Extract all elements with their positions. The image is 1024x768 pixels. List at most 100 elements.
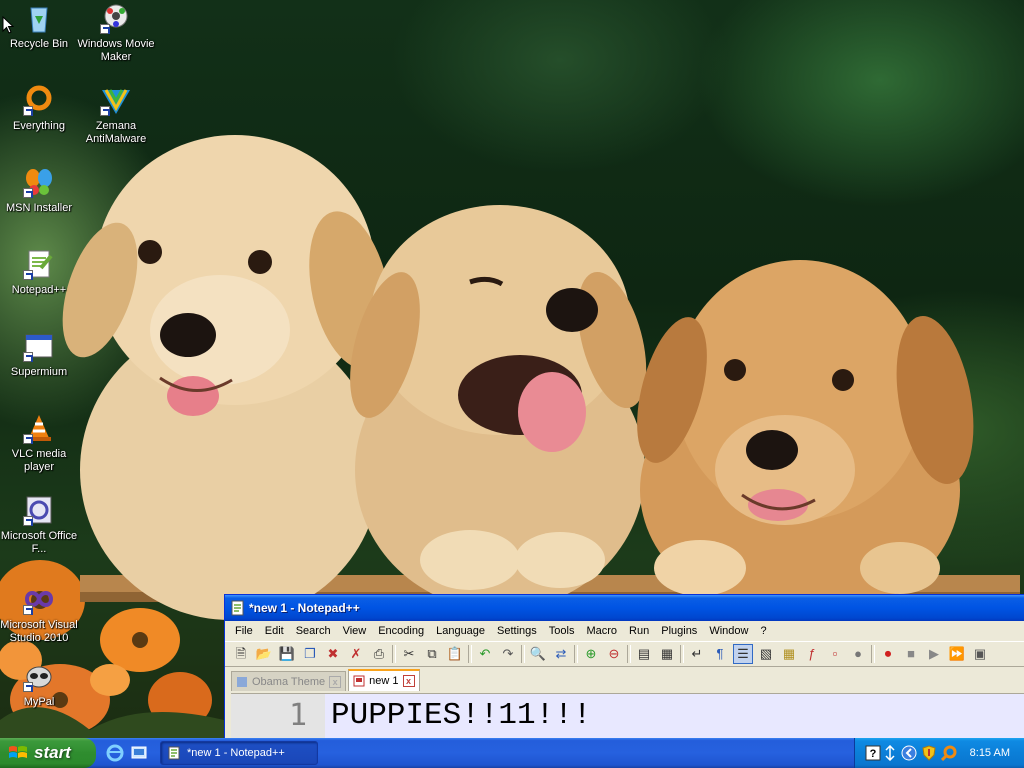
desktop-icon-label: Zemana AntiMalware (85, 120, 147, 145)
menu-settings[interactable]: Settings (491, 621, 543, 641)
clock[interactable]: 8:15 AM (970, 738, 1010, 768)
volume-icon[interactable] (885, 745, 895, 761)
toolbar-separator (871, 645, 875, 663)
desktop-icon-notepad-plus-plus[interactable]: Notepad++ (0, 248, 78, 297)
menu-macro[interactable]: Macro (580, 621, 623, 641)
mypal-raccoon-icon (23, 660, 55, 692)
cut-icon[interactable]: ✂ (399, 644, 419, 664)
desktop-icon-visual-studio[interactable]: Microsoft Visual Studio 2010 (0, 583, 78, 645)
desktop-icon-label: MyPal (23, 696, 55, 708)
desktop-icon-label: Notepad++ (11, 284, 67, 296)
notepad-plus-plus-window[interactable]: *new 1 - Notepad++ File Edit Search View… (224, 594, 1024, 740)
shortcut-arrow-icon (23, 270, 33, 280)
taskbar-button-notepad-plus-plus[interactable]: *new 1 - Notepad++ (160, 741, 318, 765)
record-macro-icon[interactable]: ⏺ (878, 644, 898, 664)
new-file-icon[interactable]: 🗎 (231, 644, 251, 664)
run-macro-multiple-icon[interactable]: ⏩ (947, 644, 967, 664)
open-file-icon[interactable]: 📂 (254, 644, 274, 664)
vlc-cone-icon (23, 412, 55, 444)
desktop-icon-mypal[interactable]: MyPal (0, 660, 78, 709)
desktop-icon-microsoft-office[interactable]: Microsoft Office F... (0, 494, 78, 556)
tab-label: new 1 (369, 675, 399, 687)
desktop-icon-label: Recycle Bin (9, 38, 69, 50)
menu-view[interactable]: View (337, 621, 373, 641)
editor-line[interactable]: PUPPIES!!11!!! (325, 694, 1024, 739)
play-macro-icon[interactable]: ▶ (924, 644, 944, 664)
supermium-window-icon (23, 330, 55, 362)
chevron-left-icon[interactable] (901, 745, 917, 761)
taskbar-button-label: *new 1 - Notepad++ (187, 747, 285, 759)
tab-label: Obama Theme (252, 675, 326, 688)
desktop-icon-everything[interactable]: Everything (0, 84, 78, 133)
file-unsaved-icon (353, 675, 365, 687)
folder-workspace-icon[interactable]: ▫ (825, 644, 845, 664)
stop-macro-icon[interactable]: ■ (901, 644, 921, 664)
desktop-icon-zemana-antimalware[interactable]: Zemana AntiMalware (77, 84, 155, 146)
help-icon[interactable]: ? (865, 745, 881, 761)
menu-edit[interactable]: Edit (259, 621, 290, 641)
desktop-icon-supermium[interactable]: Supermium (0, 330, 78, 379)
paste-icon[interactable]: 📋 (445, 644, 465, 664)
monitoring-icon[interactable]: ● (848, 644, 868, 664)
internet-explorer-icon[interactable] (106, 744, 124, 762)
quick-launch (106, 744, 148, 762)
close-icon[interactable]: x (329, 675, 342, 688)
desktop-icon-msn-installer[interactable]: MSN Installer (0, 166, 78, 215)
function-list-icon[interactable]: ƒ (802, 644, 822, 664)
desktop-icon-label: Everything (13, 120, 65, 132)
word-wrap-icon[interactable]: ↵ (687, 644, 707, 664)
zoom-out-icon[interactable]: ⊖ (604, 644, 624, 664)
undo-icon[interactable]: ↶ (475, 644, 495, 664)
shortcut-arrow-icon (23, 682, 33, 692)
file-saved-icon (237, 676, 247, 687)
close-file-icon[interactable]: ✖ (323, 644, 343, 664)
menu-file[interactable]: File (229, 621, 259, 641)
svg-text:?: ? (870, 748, 877, 760)
visual-studio-infinity-icon (23, 583, 55, 615)
show-all-characters-icon[interactable]: ¶ (710, 644, 730, 664)
line-number-gutter: 1 (231, 694, 325, 739)
find-icon[interactable]: 🔍 (528, 644, 548, 664)
shortcut-arrow-icon (23, 605, 33, 615)
close-all-icon[interactable]: ✗ (346, 644, 366, 664)
puppy-middle (350, 205, 647, 610)
menu-run[interactable]: Run (623, 621, 655, 641)
start-button[interactable]: start (0, 738, 96, 768)
search-icon[interactable] (941, 745, 957, 761)
text-editor[interactable]: 1 PUPPIES!!11!!! (231, 693, 1024, 739)
show-desktop-icon[interactable] (130, 744, 148, 762)
shortcut-arrow-icon (23, 434, 33, 444)
language-define-icon[interactable]: ▧ (756, 644, 776, 664)
indent-guide-icon[interactable]: ☰ (733, 644, 753, 664)
shortcut-arrow-icon (23, 352, 33, 362)
desktop-icon-vlc-media-player[interactable]: VLC media player (0, 412, 78, 474)
desktop-icon-windows-movie-maker[interactable]: Windows Movie Maker (77, 2, 155, 64)
close-icon[interactable]: x (402, 675, 415, 687)
print-icon[interactable]: ⎙ (369, 644, 389, 664)
menu-encoding[interactable]: Encoding (372, 621, 430, 641)
sync-vertical-icon[interactable]: ▤ (634, 644, 654, 664)
zoom-in-icon[interactable]: ⊕ (581, 644, 601, 664)
save-macro-icon[interactable]: ▣ (970, 644, 990, 664)
tab-obama-theme[interactable]: Obama Theme x (231, 671, 347, 691)
save-icon[interactable]: 💾 (277, 644, 297, 664)
save-all-icon[interactable]: ❐ (300, 644, 320, 664)
copy-icon[interactable]: ⧉ (422, 644, 442, 664)
tab-new-1[interactable]: new 1 x (348, 669, 420, 691)
replace-icon[interactable]: ⇄ (551, 644, 571, 664)
window-title: *new 1 - Notepad++ (249, 601, 360, 615)
menu-search[interactable]: Search (290, 621, 337, 641)
redo-icon[interactable]: ↷ (498, 644, 518, 664)
menu-plugins[interactable]: Plugins (655, 621, 703, 641)
puppy-right (637, 260, 974, 620)
window-titlebar[interactable]: *new 1 - Notepad++ (225, 595, 1024, 621)
menu-window[interactable]: Window (703, 621, 754, 641)
toolbar: 🗎 📂 💾 ❐ ✖ ✗ ⎙ ✂ ⧉ 📋 ↶ ↷ 🔍 ⇄ ⊕ ⊖ ▤ ▦ ↵ ¶ … (225, 641, 1024, 667)
security-shield-icon[interactable] (921, 745, 937, 761)
menu-bar: File Edit Search View Encoding Language … (225, 621, 1024, 641)
menu-tools[interactable]: Tools (543, 621, 581, 641)
sync-horizontal-icon[interactable]: ▦ (657, 644, 677, 664)
menu-help[interactable]: ? (754, 621, 772, 641)
document-map-icon[interactable]: ▦ (779, 644, 799, 664)
menu-language[interactable]: Language (430, 621, 491, 641)
